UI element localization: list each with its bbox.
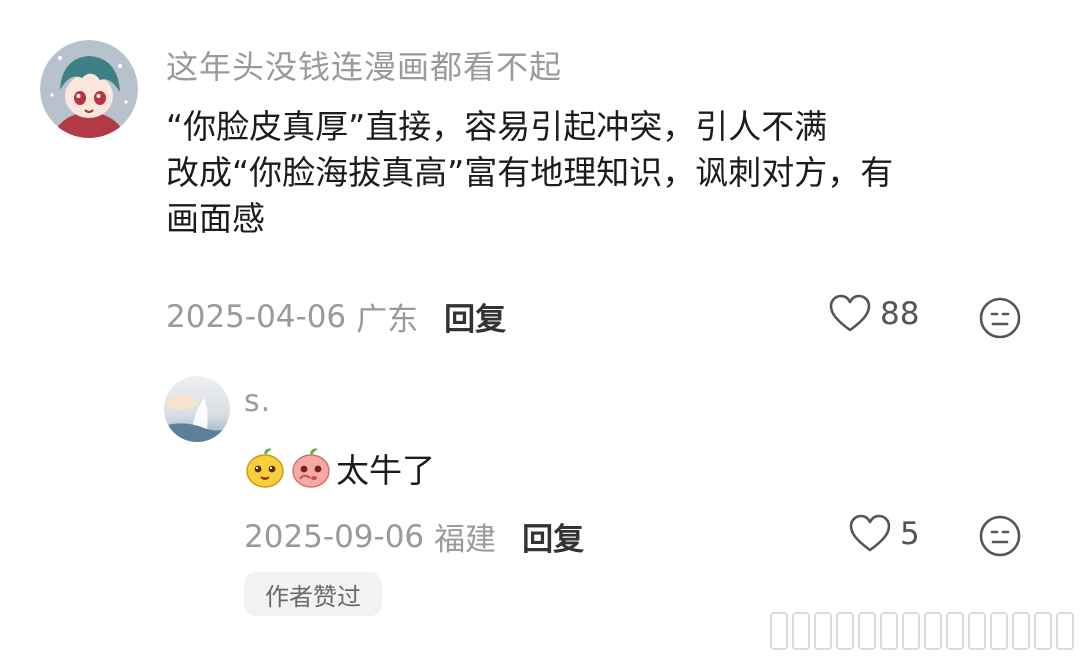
- reply-text: 太牛了: [336, 451, 435, 490]
- main-comment-text: “你脸皮真厚”直接，容易引起冲突，引人不满 改成“你脸海拔真高”富有地理知识，讽…: [166, 104, 1046, 242]
- heart-outline-icon: [849, 514, 891, 552]
- reply-location: 福建: [434, 522, 497, 558]
- main-comment-meta: 2025-04-06 广东 回复: [166, 294, 506, 339]
- neutral-face-icon: [979, 515, 1021, 557]
- like-button[interactable]: 88: [828, 294, 919, 334]
- reply-date: 2025-09-06: [244, 518, 425, 555]
- neutral-face-icon: [979, 297, 1021, 339]
- main-commenter-username[interactable]: 这年头没钱连漫画都看不起: [166, 42, 562, 88]
- comment-line: 画面感: [166, 199, 265, 238]
- comment-date: 2025-04-06: [166, 298, 347, 335]
- pink-face-sticker: [292, 448, 330, 488]
- reply-comment-meta: 2025-09-06 福建 回复: [244, 514, 584, 559]
- reply-commenter-avatar[interactable]: [164, 376, 230, 442]
- like-count: 88: [880, 296, 920, 332]
- reply-button[interactable]: 回复: [444, 294, 506, 339]
- react-button[interactable]: [978, 514, 1022, 558]
- comment-line: “你脸皮真厚”直接，容易引起冲突，引人不满: [166, 107, 828, 146]
- like-count: 5: [900, 516, 920, 552]
- main-commenter-avatar[interactable]: [40, 40, 138, 138]
- reply-commenter-username[interactable]: s.: [244, 384, 271, 419]
- watermark-decoration: [770, 612, 1074, 650]
- reply-comment-content: 太牛了: [244, 444, 435, 492]
- comment-location: 广东: [356, 302, 419, 338]
- like-button[interactable]: 5: [848, 514, 920, 554]
- react-button[interactable]: [978, 296, 1022, 340]
- yellow-face-sticker: [246, 448, 284, 488]
- comment-line: 改成“你脸海拔真高”富有地理知识，讽刺对方，有: [166, 153, 894, 192]
- heart-outline-icon: [829, 294, 871, 332]
- reply-button[interactable]: 回复: [522, 514, 584, 559]
- author-liked-badge: 作者赞过: [244, 572, 382, 616]
